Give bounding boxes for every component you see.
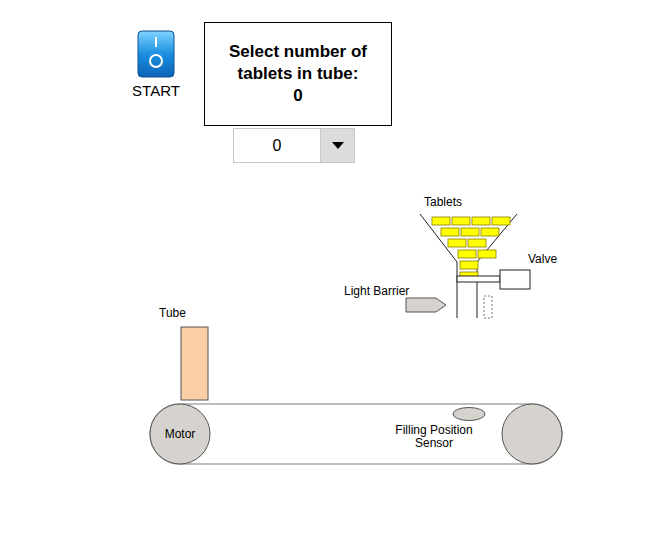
tablets-label: Tablets	[424, 195, 462, 209]
dropdown-value[interactable]: 0	[234, 129, 320, 162]
motor-roller	[150, 404, 210, 464]
motor-label: Motor	[150, 427, 210, 441]
tube-label: Tube	[159, 306, 186, 320]
tablet	[481, 228, 499, 236]
count-dropdown[interactable]: 0	[233, 128, 355, 163]
valve-gate	[457, 276, 500, 282]
tablet	[472, 217, 490, 225]
tablet	[432, 217, 450, 225]
light-barrier	[406, 298, 446, 312]
valve	[457, 270, 530, 289]
start-control[interactable]: START	[130, 30, 182, 100]
valve-guide	[484, 296, 492, 318]
tablet	[458, 250, 476, 258]
sensor-label: Filling Position Sensor	[380, 424, 488, 450]
tablet	[441, 228, 459, 236]
valve-label: Valve	[528, 252, 557, 266]
power-switch-icon[interactable]	[137, 30, 175, 78]
tablet	[492, 217, 510, 225]
filling-position-sensor	[453, 408, 485, 421]
tablet	[448, 239, 466, 247]
prompt-title: Select number of tablets in tube:	[211, 41, 385, 85]
light-barrier-label: Light Barrier	[344, 284, 409, 298]
valve-actuator	[500, 270, 530, 289]
funnel-right-wall	[477, 214, 517, 318]
simulation-canvas: START Select number of tablets in tube: …	[0, 0, 668, 535]
idler-roller	[502, 404, 562, 464]
tablet	[452, 217, 470, 225]
prompt-box: Select number of tablets in tube: 0	[204, 22, 392, 126]
prompt-value: 0	[293, 85, 302, 107]
tablet	[460, 261, 478, 269]
tablet	[461, 228, 479, 236]
tube	[181, 327, 208, 400]
dropdown-arrow-icon[interactable]	[320, 129, 354, 162]
tablet	[478, 250, 496, 258]
start-label: START	[132, 82, 180, 100]
conveyor-belt	[150, 404, 562, 464]
hopper-tablets	[432, 217, 510, 280]
tablet	[468, 239, 486, 247]
